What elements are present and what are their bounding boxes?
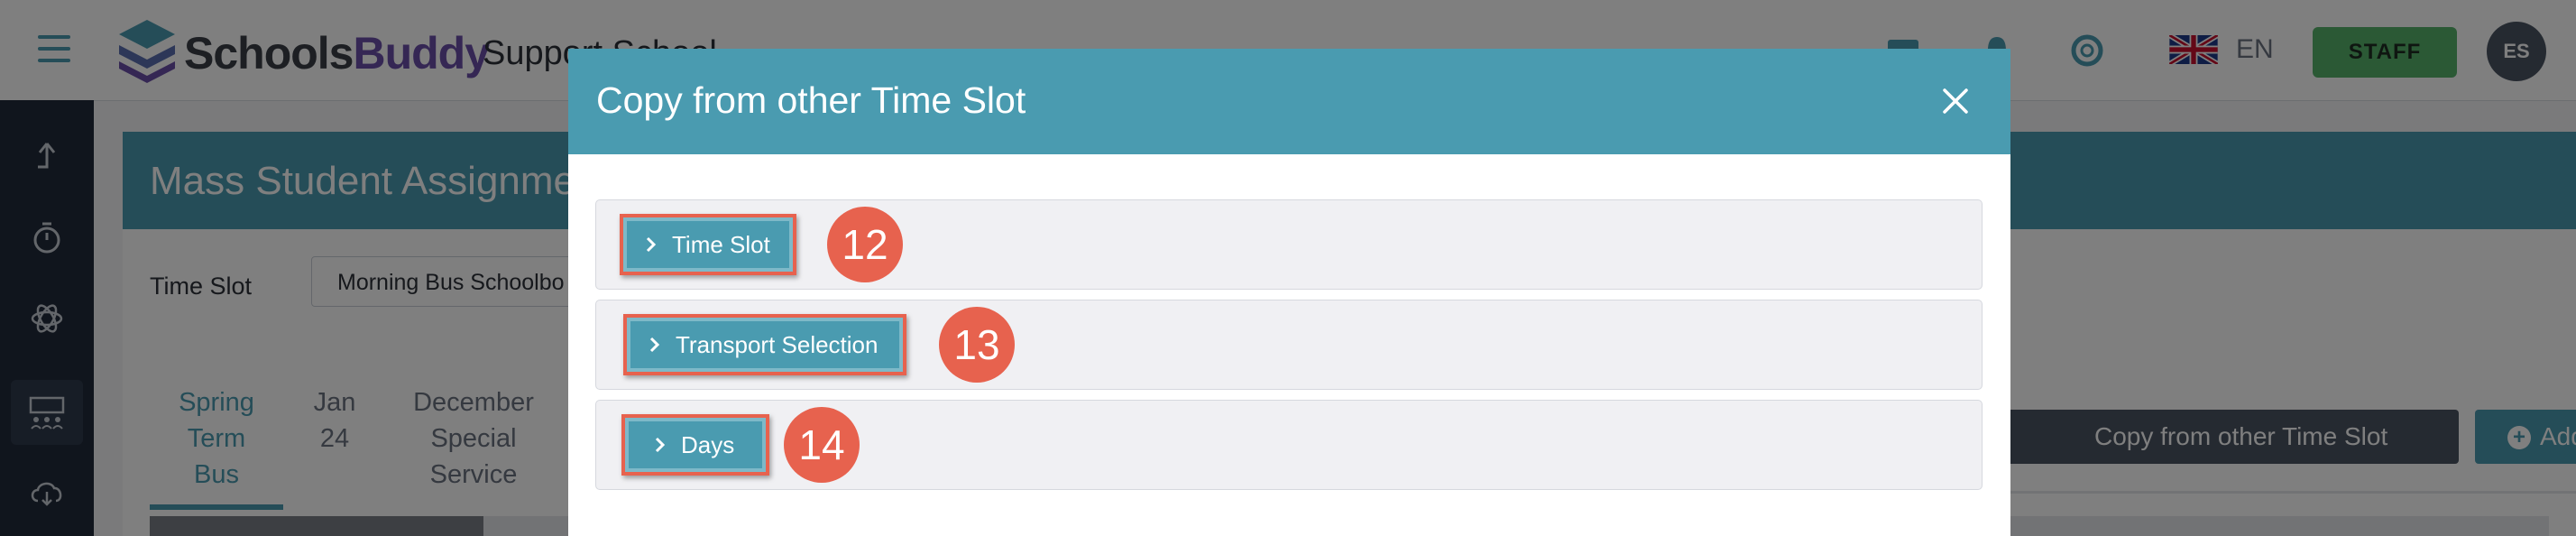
chevron-right-icon [646,236,657,253]
chevron-right-icon [649,337,660,353]
accordion-days: Days 14 [595,400,1983,490]
copy-time-slot-modal: Copy from other Time Slot Time Slot 12 T… [568,49,2010,536]
accordion-time-slot: Time Slot 12 [595,199,1983,290]
close-icon[interactable] [1937,83,1973,119]
days-toggle[interactable]: Days [621,414,769,476]
modal-title: Copy from other Time Slot [596,79,1026,121]
days-toggle-label: Days [681,430,735,458]
step-badge: 12 [827,207,903,282]
time-slot-toggle-label: Time Slot [672,230,770,258]
transport-selection-toggle-label: Transport Selection [676,330,879,358]
accordion-transport-selection: Transport Selection 13 [595,300,1983,390]
transport-selection-toggle[interactable]: Transport Selection [623,314,906,375]
step-badge: 13 [939,307,1015,383]
step-badge: 14 [784,407,860,483]
modal-header: Copy from other Time Slot [568,49,2010,154]
time-slot-toggle[interactable]: Time Slot [620,214,796,275]
chevron-right-icon [655,437,666,453]
